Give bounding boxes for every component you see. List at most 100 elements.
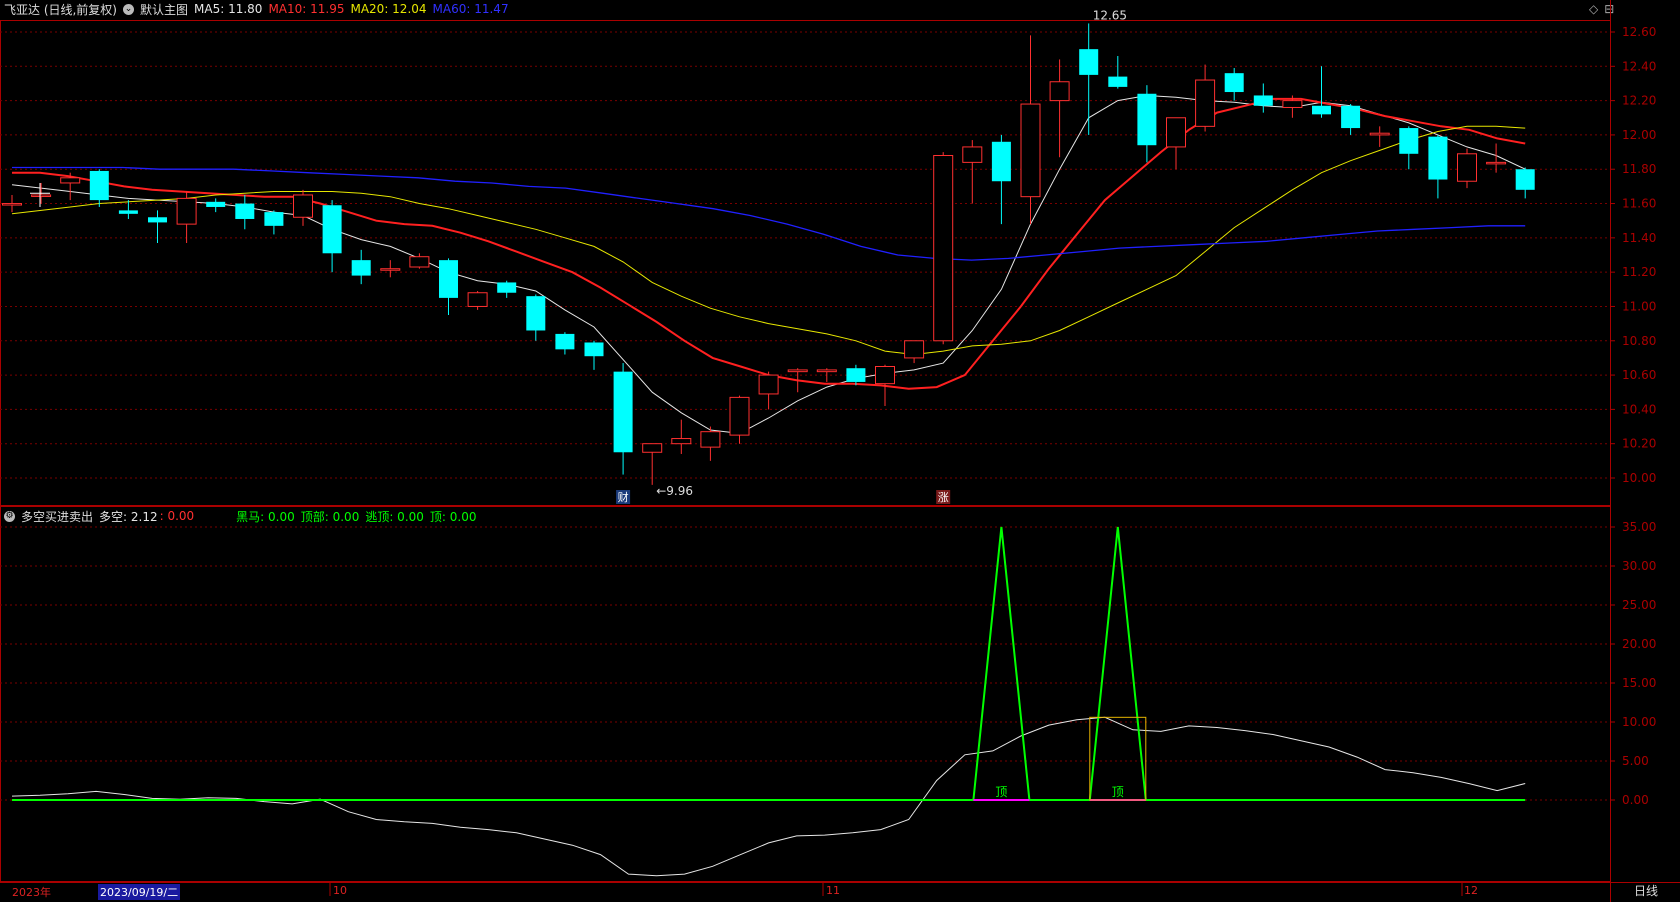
candle-body [846,368,866,382]
candle-body [1108,76,1128,87]
top-label: 顶 [1112,785,1124,799]
candle [962,140,983,204]
candle [206,198,226,213]
y-tick-label: 11.60 [1622,197,1656,211]
candle-body [322,205,342,254]
y-tick-label: 10.40 [1622,402,1656,416]
date-label: 11 [826,884,840,897]
price-annotation: 12.65 [1093,8,1127,22]
candle-body [729,396,750,436]
y-tick-label: 35.00 [1622,520,1656,534]
candle-body [642,443,663,453]
candle-body [613,371,633,453]
y-tick-label: 10.00 [1622,471,1656,485]
candle-body [409,256,430,268]
y-tick-label: 11.00 [1622,299,1656,313]
candle-body [2,203,22,206]
candle-body [293,194,313,218]
candle-body [439,260,458,298]
candle [671,419,692,454]
y-tick-label: 10.80 [1622,334,1656,348]
candle-body [1312,105,1331,115]
candle [758,371,779,410]
candle [1108,56,1128,89]
candle [933,152,954,345]
candle [1020,35,1041,225]
candle [1137,85,1157,163]
candle-body [1399,128,1419,154]
candle [904,340,925,364]
candle [497,280,517,298]
candle [1341,104,1361,135]
candle-body [1049,81,1070,102]
ma-line-ma10 [12,97,1526,390]
candle [1253,83,1273,113]
y-tick-label: 11.20 [1622,265,1656,279]
main-pane-frame [0,20,1611,506]
candle-body [991,141,1011,182]
candle [380,260,401,278]
candle [1224,68,1244,101]
candle-body [380,268,401,271]
candle-body [962,146,983,163]
date-label: 2023年 [12,886,51,899]
candle-body [671,438,692,445]
period-button[interactable]: 日线 [1616,883,1676,900]
candle-body [1341,105,1361,129]
candle-body [60,177,81,184]
candle-body [235,203,255,219]
price-annotation: ←9.96 [656,484,693,498]
top-spike [972,526,1031,801]
selected-date: 2023/09/19/二 [98,884,181,900]
candle [89,169,109,207]
candle-body [875,366,895,385]
candle [584,340,604,370]
y-tick-label: 11.80 [1622,162,1656,176]
candle-body [933,155,954,342]
candle [526,294,546,341]
y-tick-label: 15.00 [1622,676,1656,690]
candle [1457,148,1477,189]
candle [700,426,721,461]
chart-canvas[interactable]: 12.60 12.40 12.20 12.00 11.80 11.60 11.40 11.20… [0,0,1680,902]
candle [176,191,197,243]
candle [1195,64,1216,132]
candle [846,364,866,386]
candle-body [1020,103,1041,198]
candle-body [31,194,52,197]
candle-body [1428,136,1448,180]
candle [293,189,313,226]
candle-body [555,333,575,350]
y-tick-label: 30.00 [1622,559,1656,573]
y-tick-label: 12.20 [1622,94,1656,108]
candle-body [816,369,837,373]
candle-body [584,342,604,357]
candle [729,395,750,444]
candle [1515,167,1535,199]
candle [1312,66,1331,118]
sub-pane-frame [0,506,1611,882]
y-tick-label: 10.00 [1622,715,1656,729]
candle-body [526,296,546,331]
candle [555,332,575,355]
candle [322,200,342,273]
candle [1369,126,1390,147]
candle-body [176,197,197,225]
candle [642,443,663,485]
candle-body [700,431,721,448]
candle [991,134,1011,225]
candle-body [148,217,167,223]
date-axis: 2023年 2023/09/19/二 10 11 12 [0,882,1610,900]
candle-body [497,282,517,293]
y-tick-label: 5.00 [1622,754,1649,768]
candle [351,249,371,285]
candle-body [89,170,109,201]
candle-body [1079,49,1099,75]
y-tick-label: 10.60 [1622,368,1656,382]
candle-body [1253,95,1273,106]
candle-body [1282,100,1303,108]
top-spike [1088,526,1147,801]
candle-body [1369,132,1390,136]
candle [2,194,22,213]
candle-body [1224,73,1244,93]
